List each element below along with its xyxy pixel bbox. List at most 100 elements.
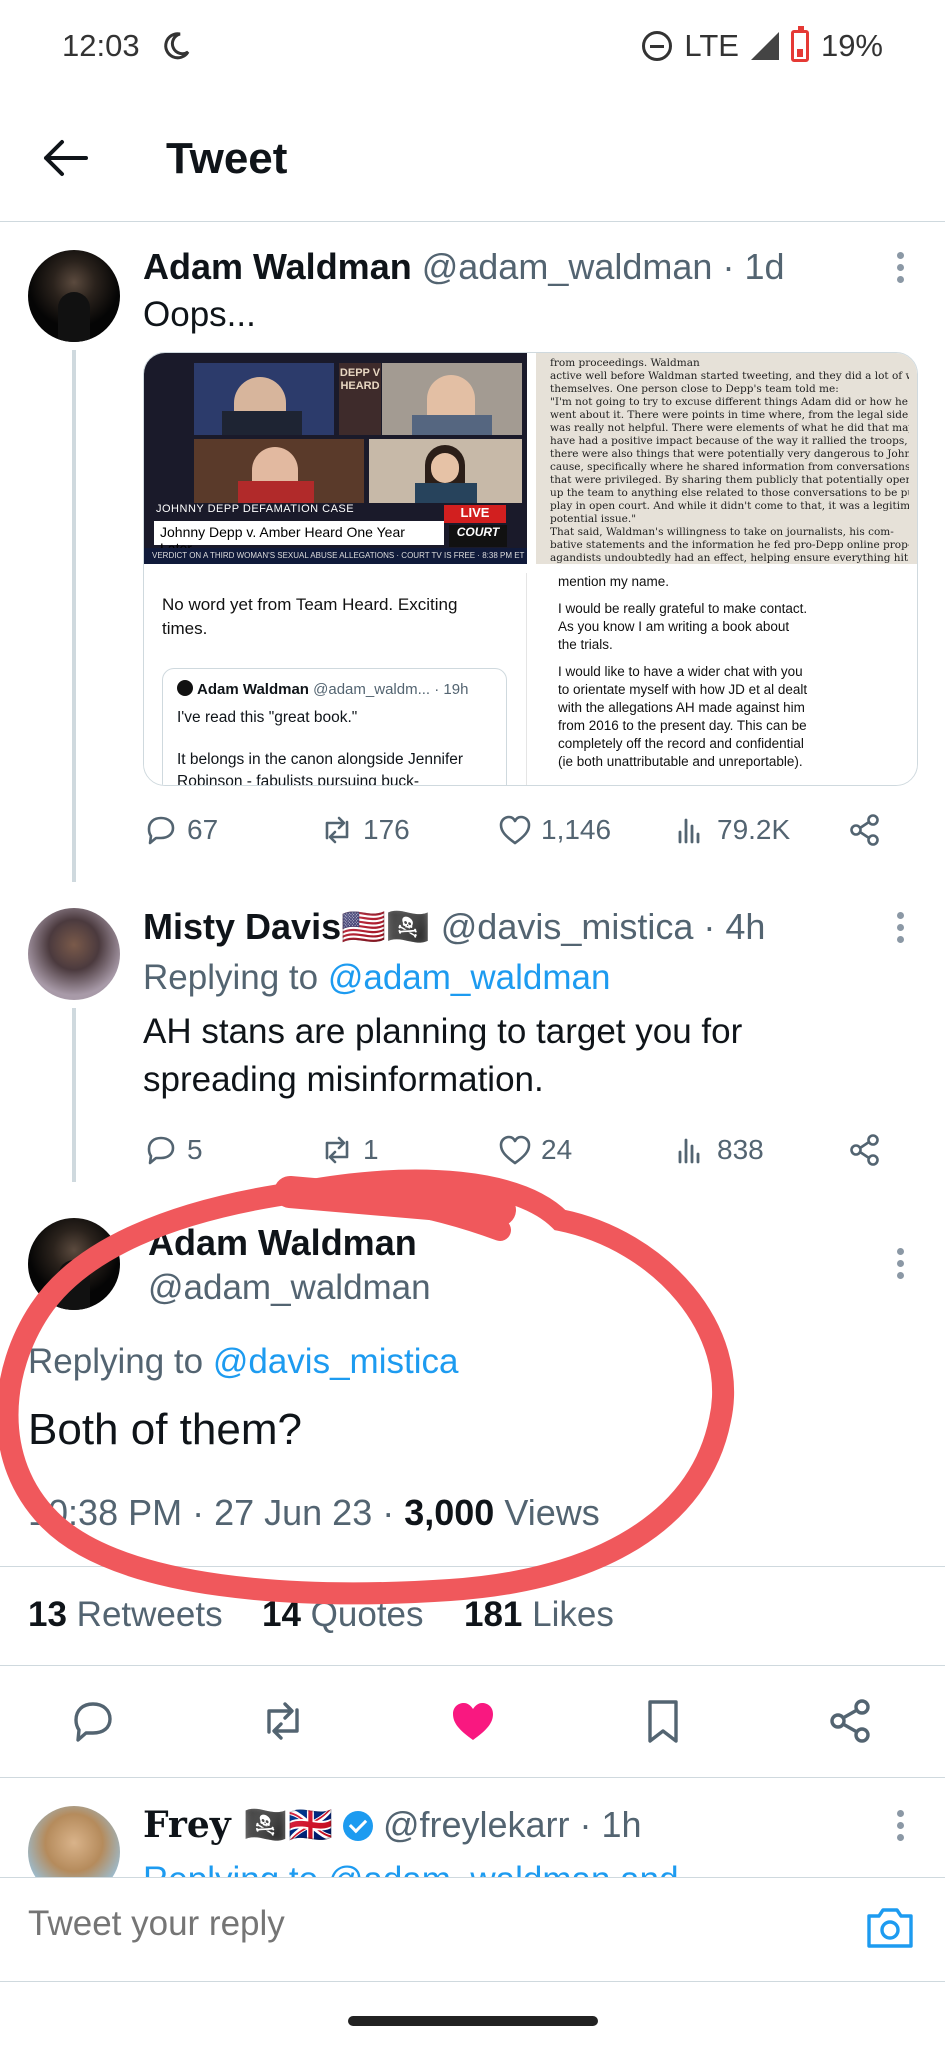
author-name[interactable]: Adam Waldman: [148, 1222, 417, 1264]
signal-icon: [750, 32, 779, 60]
media-grid[interactable]: DEPP V HEARD JOHNNY DEPP DEFAMATION CASE…: [143, 352, 918, 786]
retweets-stat[interactable]: 13 Retweets: [28, 1595, 223, 1635]
book-line: active well before Waldman started tweet…: [550, 370, 909, 382]
tv-panel-4: [369, 439, 522, 503]
avatar[interactable]: [28, 908, 120, 1000]
replying-to-link[interactable]: @adam_waldman: [328, 958, 611, 997]
views-icon: [678, 818, 700, 844]
status-indicators: LTE 19%: [642, 26, 883, 64]
book-line: potential issue.": [550, 513, 637, 525]
like-count: 24: [541, 1134, 573, 1165]
author-name[interactable]: Frey 🏴‍☠️🇬🇧: [143, 1804, 333, 1846]
home-indicator[interactable]: [348, 2016, 598, 2026]
quote-text-2: It belongs in the canon alongside Jennif…: [177, 751, 464, 786]
court-tv-logo: COURT: [449, 525, 507, 547]
views-count: 79.2K: [717, 814, 791, 845]
more-icon[interactable]: [897, 252, 907, 288]
book-page-text: from proceedings. Waldman active well bef…: [550, 357, 909, 564]
retweets-count: 13: [28, 1595, 67, 1634]
back-arrow-icon[interactable]: [40, 136, 90, 180]
media-tweet-screenshot[interactable]: No word yet from Team Heard. Exciting ti…: [144, 573, 527, 786]
tweet-frey[interactable]: Frey 🏴‍☠️🇬🇧 @freylekarr · 1h Replying to…: [0, 1780, 945, 1880]
letter-line: to orientate myself with how JD et al de…: [558, 682, 808, 697]
replying-to-link[interactable]: @davis_mistica: [213, 1342, 459, 1381]
media-tv-screenshot[interactable]: DEPP V HEARD JOHNNY DEPP DEFAMATION CASE…: [144, 353, 527, 564]
reply-input[interactable]: [28, 1904, 828, 1944]
tv-live-badge: LIVE: [444, 505, 506, 523]
retweet-icon[interactable]: [258, 1696, 308, 1746]
more-icon[interactable]: [897, 1810, 907, 1846]
moon-icon: [164, 32, 190, 60]
tweet-time: 4h: [725, 906, 766, 947]
views-button[interactable]: 838: [673, 1128, 764, 1172]
tweet-text-line-1: AH stans are planning to target you for: [143, 1012, 743, 1051]
media-letter[interactable]: mention my name. I would be really gratef…: [536, 573, 917, 785]
share-button[interactable]: [847, 1128, 883, 1172]
retweet-button[interactable]: 176: [319, 808, 410, 852]
book-line: agandists undoubtedly had an effect, hel…: [550, 552, 909, 564]
battery-icon: [790, 26, 809, 62]
tweet-misty[interactable]: Misty Davis🇺🇸🏴‍☠️ @davis_mistica · 4h Re…: [0, 882, 945, 1182]
reply-icon: [147, 1136, 175, 1165]
author-handle[interactable]: @davis_mistica: [441, 906, 694, 947]
quote-avatar: [177, 680, 193, 696]
share-icon: [850, 1134, 879, 1166]
quotes-stat[interactable]: 14 Quotes: [262, 1595, 424, 1635]
author-handle[interactable]: @adam_waldman: [422, 246, 713, 287]
book-line: up the team to anything else related to …: [550, 487, 909, 499]
engagement-stats: 13 Retweets 14 Quotes 181 Likes: [0, 1566, 945, 1666]
author-handle[interactable]: @adam_waldman: [148, 1268, 431, 1308]
tweet-time: 10:38 PM: [28, 1492, 183, 1533]
reply-icon[interactable]: [68, 1696, 118, 1746]
reply-button[interactable]: 67: [143, 808, 218, 852]
status-bar: 12:03 LTE 19%: [0, 0, 945, 96]
camera-icon[interactable]: [865, 1904, 915, 1950]
book-line: cause, specifically where he shared info…: [550, 461, 909, 473]
network-label: LTE: [684, 28, 739, 63]
like-icon[interactable]: [448, 1696, 498, 1746]
avatar[interactable]: [28, 1806, 120, 1880]
replying-to: Replying to @davis_mistica: [28, 1342, 458, 1382]
status-time: 12:03: [62, 28, 140, 63]
tweet-text-line-2: spreading misinformation.: [143, 1060, 544, 1099]
retweet-icon: [325, 1136, 349, 1164]
like-button[interactable]: 1,146: [497, 808, 611, 852]
author-name[interactable]: Adam Waldman: [143, 246, 412, 287]
top-app-bar: Tweet: [0, 96, 945, 222]
views-count: 838: [717, 1134, 764, 1165]
media-book-page[interactable]: from proceedings. Waldman active well bef…: [536, 353, 917, 564]
book-line: "I'm not going to try to excuse differen…: [550, 396, 908, 408]
likes-stat[interactable]: 181 Likes: [464, 1595, 614, 1635]
focused-actions: [0, 1666, 945, 1778]
avatar[interactable]: [28, 1218, 120, 1310]
thread-line: [72, 350, 76, 882]
screenshot-text: No word yet from Team Heard. Exciting ti…: [162, 595, 458, 638]
views-button[interactable]: 79.2K: [673, 808, 790, 852]
reply-button[interactable]: 5: [143, 1128, 203, 1172]
author-handle[interactable]: @freylekarr: [383, 1804, 570, 1845]
share-button[interactable]: [847, 808, 883, 852]
author-name[interactable]: Misty Davis🇺🇸🏴‍☠️: [143, 906, 431, 947]
avatar[interactable]: [28, 250, 120, 342]
tweet-header: Misty Davis🇺🇸🏴‍☠️ @davis_mistica · 4h: [143, 906, 766, 947]
share-icon[interactable]: [826, 1696, 876, 1746]
tweet-header: Adam Waldman @adam_waldman · 1d: [143, 246, 785, 287]
tweet-meta: 10:38 PM · 27 Jun 23 · 3,000 Views: [28, 1492, 600, 1533]
retweet-count: 1: [363, 1134, 379, 1165]
book-line: themselves. One person close to Depp's t…: [550, 383, 839, 395]
tweet-actions: 5 1 24 838: [143, 1128, 903, 1172]
like-button[interactable]: 24: [497, 1128, 572, 1172]
tweet-time: 1h: [601, 1804, 642, 1845]
more-icon[interactable]: [897, 912, 907, 948]
letter-line: completely off the record and confidenti…: [558, 736, 804, 751]
tweet-header: Frey 🏴‍☠️🇬🇧 @freylekarr · 1h: [143, 1804, 642, 1846]
tweet-adam-original[interactable]: Adam Waldman @adam_waldman · 1d Oops... …: [0, 222, 945, 882]
quotes-label: Quotes: [310, 1595, 424, 1634]
depp-heard-logo: DEPP V HEARD: [339, 363, 381, 435]
letter-line: I would be really grateful to make conta…: [558, 601, 808, 616]
bookmark-icon[interactable]: [638, 1696, 688, 1746]
retweet-button[interactable]: 1: [319, 1128, 379, 1172]
like-icon: [499, 815, 531, 845]
more-icon[interactable]: [897, 1248, 907, 1284]
quote-handle: @adam_waldm... · 19h: [313, 681, 469, 698]
